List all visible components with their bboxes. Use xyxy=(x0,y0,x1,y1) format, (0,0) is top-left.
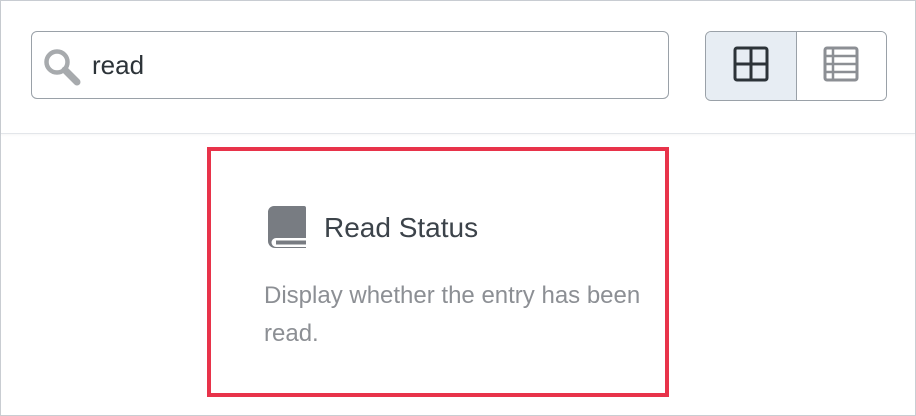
book-icon xyxy=(267,205,307,249)
view-toggle xyxy=(705,31,887,101)
app-frame: Read Status Display whether the entry ha… xyxy=(0,0,916,416)
result-card-read-status[interactable]: Read Status Display whether the entry ha… xyxy=(207,147,669,397)
list-view-button[interactable] xyxy=(796,32,886,100)
search-toolbar xyxy=(1,1,915,134)
result-title: Read Status xyxy=(324,212,479,243)
result-description: Display whether the entry has been read. xyxy=(264,282,641,347)
grid-icon xyxy=(733,46,769,87)
list-icon xyxy=(823,46,859,87)
search-input[interactable] xyxy=(92,44,652,86)
search-box[interactable] xyxy=(31,31,669,99)
grid-view-button[interactable] xyxy=(706,32,797,100)
search-icon xyxy=(42,47,82,87)
